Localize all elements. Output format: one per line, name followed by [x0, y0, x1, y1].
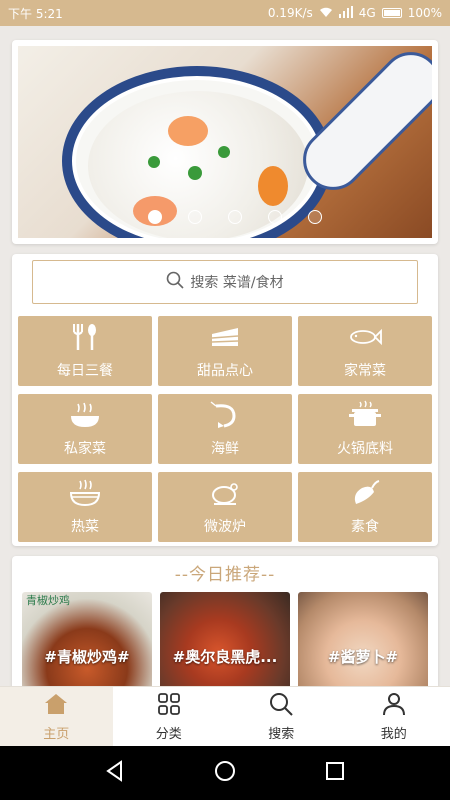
category-label: 私家菜 [64, 441, 106, 457]
category-tile-homestyle[interactable]: 家常菜 [298, 316, 432, 386]
status-time: 下午 5:21 [8, 6, 63, 21]
hot-bowl-icon [68, 478, 102, 512]
tab-label: 搜索 [268, 727, 295, 742]
search-placeholder: 搜索 菜谱/食材 [190, 275, 284, 291]
tab-search[interactable]: 搜索 [225, 687, 338, 746]
category-card: 搜索 菜谱/食材 每日三餐 甜品点心 家常菜 私家菜 海鲜 火锅底料 热菜 微波… [12, 254, 438, 546]
wifi-icon [319, 6, 333, 21]
tab-profile[interactable]: 我的 [338, 687, 450, 746]
category-label: 海鲜 [211, 441, 239, 457]
category-label: 热菜 [71, 519, 99, 535]
category-label: 微波炉 [204, 519, 246, 535]
grid-icon [156, 691, 182, 721]
user-icon [381, 691, 407, 721]
battery-level: 100% [407, 6, 442, 20]
carousel-indicator [18, 210, 432, 224]
tab-label: 主页 [43, 727, 70, 742]
banner-card [12, 40, 438, 244]
recommend-item[interactable]: #奥尔良黑虎... [160, 592, 290, 696]
carousel-dot[interactable] [228, 210, 242, 224]
battery-icon [381, 8, 402, 18]
recents-icon[interactable] [323, 759, 347, 787]
recommend-card: --今日推荐-- 青椒炒鸡 #青椒炒鸡# #奥尔良黑虎... #酱萝卜# [12, 556, 438, 696]
cake-icon [208, 322, 242, 356]
carousel-dot[interactable] [308, 210, 322, 224]
carousel-dot[interactable] [148, 210, 162, 224]
back-icon[interactable] [103, 759, 127, 787]
category-tile-meals[interactable]: 每日三餐 [18, 316, 152, 386]
recommend-item-label: #酱萝卜# [327, 648, 399, 666]
fork-spoon-icon [68, 322, 102, 356]
chicken-icon [208, 478, 242, 512]
signal-icon [338, 5, 353, 21]
tab-label: 我的 [380, 727, 407, 742]
category-tile-microwave[interactable]: 微波炉 [158, 472, 292, 542]
category-tile-private[interactable]: 私家菜 [18, 394, 152, 464]
carousel-dot[interactable] [188, 210, 202, 224]
search-box[interactable]: 搜索 菜谱/食材 [32, 260, 418, 304]
tab-home[interactable]: 主页 [0, 687, 113, 746]
status-bar: 下午 5:21 0.19K/s 4G 100% [0, 0, 450, 26]
recommend-item[interactable]: #酱萝卜# [298, 592, 428, 696]
category-tile-seafood[interactable]: 海鲜 [158, 394, 292, 464]
system-navigation-bar [0, 746, 450, 800]
tab-category[interactable]: 分类 [113, 687, 226, 746]
category-tile-dessert[interactable]: 甜品点心 [158, 316, 292, 386]
bottom-tab-bar: 主页 分类 搜索 我的 [0, 686, 450, 746]
fish-icon [348, 322, 382, 356]
category-label: 素食 [351, 519, 379, 535]
recommend-title: --今日推荐-- [174, 565, 276, 585]
search-icon [268, 691, 294, 721]
carousel-dot[interactable] [268, 210, 282, 224]
tab-label: 分类 [155, 727, 182, 742]
recommend-list: 青椒炒鸡 #青椒炒鸡# #奥尔良黑虎... #酱萝卜# [22, 592, 428, 696]
home-circle-icon[interactable] [213, 759, 237, 787]
category-label: 每日三餐 [57, 363, 113, 379]
network-speed: 0.19K/s [267, 6, 313, 20]
category-tile-hotpot[interactable]: 火锅底料 [298, 394, 432, 464]
home-icon [43, 691, 69, 721]
category-grid: 每日三餐 甜品点心 家常菜 私家菜 海鲜 火锅底料 热菜 微波炉 素食 [18, 316, 432, 542]
recommend-item-tag: 青椒炒鸡 [26, 594, 70, 607]
category-label: 家常菜 [344, 363, 386, 379]
noodle-bowl-icon [68, 400, 102, 434]
recommend-item-label: #奥尔良黑虎... [172, 648, 278, 666]
shrimp-icon [208, 400, 242, 434]
recommend-item[interactable]: 青椒炒鸡 #青椒炒鸡# [22, 592, 152, 696]
category-tile-hot-dish[interactable]: 热菜 [18, 472, 152, 542]
category-label: 甜品点心 [197, 363, 253, 379]
hotpot-icon [348, 400, 382, 434]
network-type: 4G [358, 6, 376, 20]
pepper-icon [348, 478, 382, 512]
category-label: 火锅底料 [337, 441, 393, 457]
banner-carousel[interactable] [18, 46, 432, 238]
category-tile-vegetarian[interactable]: 素食 [298, 472, 432, 542]
search-icon [166, 271, 184, 293]
recommend-item-label: #青椒炒鸡# [44, 648, 130, 666]
